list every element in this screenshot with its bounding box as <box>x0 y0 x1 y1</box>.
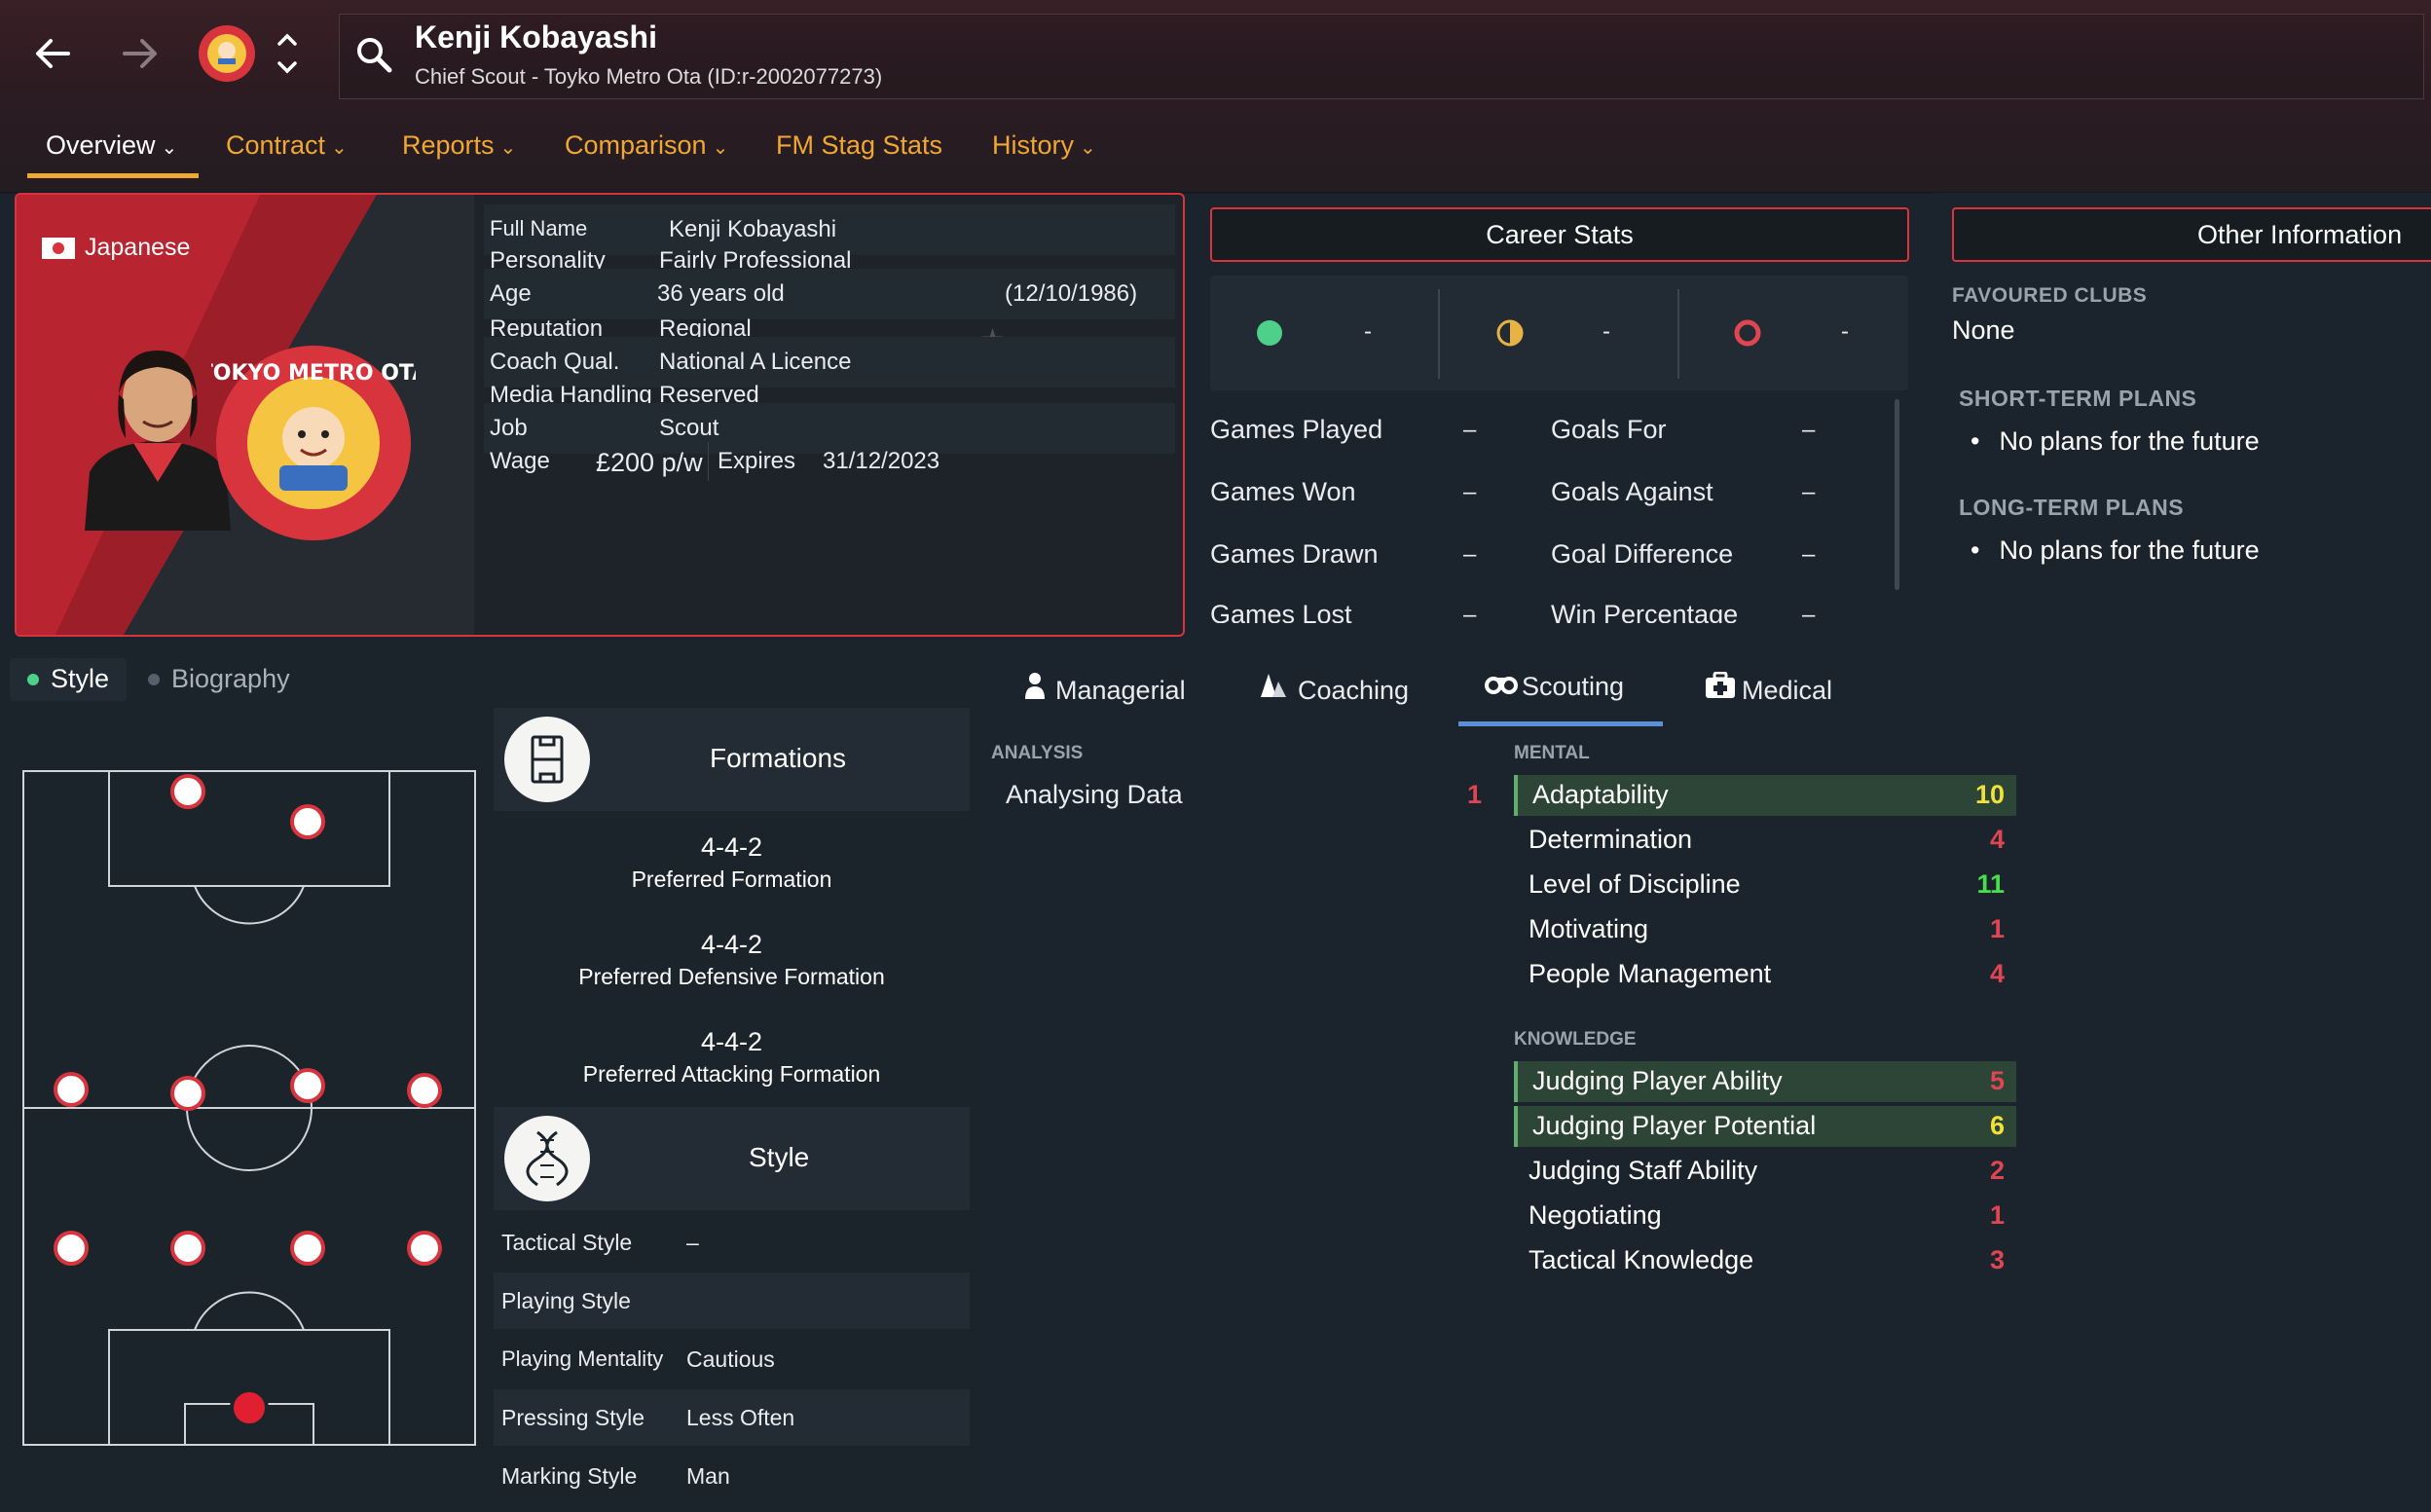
chevron-down-icon: ⌄ <box>331 137 348 159</box>
page-subtitle: Chief Scout - Toyko Metro Ota (ID:r-2002… <box>415 64 883 89</box>
short-term-plans-item: • No plans for the future <box>1971 426 2260 456</box>
style-tab[interactable]: Style <box>10 658 127 701</box>
chevron-down-icon: ⌄ <box>712 137 729 159</box>
attr-row-analysing-data[interactable]: Analysing Data 1 <box>991 775 1493 816</box>
other-info-header: Other Information <box>1952 207 2431 262</box>
binoculars-icon <box>1485 672 1518 702</box>
japan-flag-icon <box>42 238 75 259</box>
tab-contract[interactable]: Contract ⌄ <box>226 130 348 161</box>
tab-scouting[interactable]: Scouting <box>1485 672 1624 702</box>
style-row-tactical: Tactical Style – <box>501 1230 699 1255</box>
position-midfield-center-right <box>290 1068 325 1103</box>
info-row-wage: Wage £200 p/w Expires 31/12/2023 <box>484 436 1175 487</box>
back-arrow-icon[interactable] <box>29 29 78 78</box>
person-icon <box>1024 672 1050 706</box>
forward-arrow-icon[interactable] <box>115 29 164 78</box>
tab-history[interactable]: History ⌄ <box>992 130 1096 161</box>
style-row-playing: Playing Style <box>494 1272 970 1329</box>
short-term-plans-label: SHORT-TERM PLANS <box>1959 386 2197 411</box>
tab-managerial[interactable]: Managerial <box>1024 672 1186 706</box>
active-attr-tab-indicator <box>1458 721 1663 726</box>
position-goalkeeper <box>230 1388 269 1427</box>
mental-label: MENTAL <box>1514 743 1590 763</box>
prev-next-chevrons-icon[interactable] <box>275 29 300 78</box>
chevron-down-icon: ⌄ <box>1080 137 1096 159</box>
analysis-label: ANALYSIS <box>991 743 1084 763</box>
draw-icon <box>1496 319 1524 347</box>
bullet-icon: • <box>1971 426 1980 456</box>
position-striker-right <box>290 804 325 839</box>
position-defender-right <box>407 1231 442 1266</box>
tab-medical[interactable]: Medical <box>1705 671 1832 706</box>
attr-row-judging-staff-ability[interactable]: Judging Staff Ability 2 <box>1514 1151 2016 1192</box>
loss-icon <box>1734 319 1761 347</box>
position-defender-center-right <box>290 1231 325 1266</box>
club-badge-icon[interactable] <box>197 23 257 84</box>
chevron-down-icon: ⌄ <box>161 137 178 159</box>
attr-row-tactical-knowledge[interactable]: Tactical Knowledge 3 <box>1514 1240 2016 1281</box>
svg-text:TOKYO METRO OTA: TOKYO METRO OTA <box>211 361 416 386</box>
position-midfield-left <box>54 1072 89 1107</box>
club-crest-logo: TOKYO METRO OTA <box>211 346 416 540</box>
cone-icon <box>1259 672 1292 706</box>
formations-header: Formations <box>494 708 970 811</box>
page-title: Kenji Kobayashi <box>415 19 657 55</box>
preferred-formation: 4-4-2 Preferred Formation <box>631 832 832 892</box>
position-midfield-right <box>407 1073 442 1108</box>
attr-row-negotiating[interactable]: Negotiating 1 <box>1514 1196 2016 1236</box>
position-defender-center-left <box>170 1231 205 1266</box>
long-term-plans-item: • No plans for the future <box>1971 535 2260 565</box>
favoured-clubs-label: FAVOURED CLUBS <box>1952 284 2148 307</box>
win-icon <box>1257 320 1282 346</box>
attr-row-motivating[interactable]: Motivating 1 <box>1514 909 2016 950</box>
career-stats-list[interactable]: Games Played – Goals For – Games Won – G… <box>1210 397 1892 623</box>
position-defender-left <box>54 1231 89 1266</box>
profile-card: Japanese TOKYO METRO OTA Full Name Kenji… <box>15 193 1185 637</box>
header-bar: Kenji Kobayashi Chief Scout - Toyko Metr… <box>0 0 2431 194</box>
long-term-plans-label: LONG-TERM PLANS <box>1959 495 2185 520</box>
tab-overview[interactable]: Overview ⌄ <box>46 130 177 161</box>
preferred-attacking-formation: 4-4-2 Preferred Attacking Formation <box>582 1027 881 1087</box>
tactics-board-icon <box>504 717 590 802</box>
tab-fm-stag-stats[interactable]: FM Stag Stats <box>776 130 942 161</box>
position-striker-left <box>170 774 205 809</box>
attr-row-level-of-discipline[interactable]: Level of Discipline 11 <box>1514 865 2016 905</box>
career-stats-header: Career Stats <box>1210 207 1909 262</box>
nationality-label: Japanese <box>85 234 191 261</box>
attr-row-judging-player-potential[interactable]: Judging Player Potential 6 <box>1514 1106 2016 1147</box>
style-row-mentality: Playing Mentality Cautious <box>501 1346 775 1372</box>
career-summary: - - - <box>1210 276 1908 390</box>
attr-row-judging-player-ability[interactable]: Judging Player Ability 5 <box>1514 1061 2016 1102</box>
knowledge-label: KNOWLEDGE <box>1514 1029 1637 1050</box>
career-stats-scrollbar[interactable] <box>1895 399 1899 590</box>
chevron-down-icon: ⌄ <box>499 137 517 159</box>
attr-row-determination[interactable]: Determination 4 <box>1514 820 2016 861</box>
favoured-clubs-value: None <box>1952 315 2015 345</box>
style-row-pressing: Pressing Style Less Often <box>494 1389 970 1446</box>
tab-reports[interactable]: Reports ⌄ <box>402 130 516 161</box>
active-dot-icon <box>27 674 39 685</box>
search-icon[interactable] <box>354 35 393 74</box>
bullet-icon: • <box>1971 535 1980 565</box>
position-midfield-center-left <box>170 1076 205 1111</box>
preferred-defensive-formation: 4-4-2 Preferred Defensive Formation <box>578 930 885 989</box>
dna-icon <box>504 1116 590 1201</box>
tab-coaching[interactable]: Coaching <box>1259 672 1409 706</box>
attr-row-adaptability[interactable]: Adaptability 10 <box>1514 775 2016 816</box>
style-header: Style <box>494 1107 970 1210</box>
attr-row-people-management[interactable]: People Management 4 <box>1514 954 2016 995</box>
medical-kit-icon <box>1705 671 1738 706</box>
active-tab-indicator <box>27 173 199 178</box>
inactive-dot-icon <box>148 674 160 685</box>
biography-tab[interactable]: Biography <box>138 658 313 701</box>
tab-comparison[interactable]: Comparison ⌄ <box>565 130 728 161</box>
style-row-marking: Marking Style Man <box>501 1463 730 1489</box>
formation-pitch <box>22 770 476 1446</box>
